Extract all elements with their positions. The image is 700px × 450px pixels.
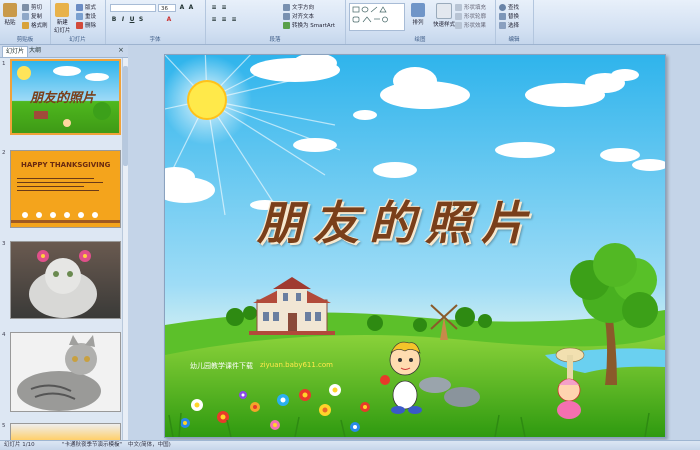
paragraph-group: ≡ ≡ ≡ ≡ ≡ 文字方向 对齐文本 转换为 SmartArt 段落: [205, 0, 346, 44]
cat-photo-icon: [29, 250, 97, 318]
new-slide-button[interactable]: 新建 幻灯片: [54, 3, 71, 34]
shape-fill-button[interactable]: 形状填充: [455, 3, 486, 11]
shapes-gallery[interactable]: [349, 3, 405, 31]
font-group-label: 字体: [149, 37, 161, 43]
drawing-group: 排列 快速样式 形状填充 形状轮廓 形状效果 绘图: [345, 0, 496, 44]
effects-icon: [455, 21, 462, 29]
font-group: 36 A A B I U S A 字体: [105, 0, 206, 44]
cut-button[interactable]: 剪切: [22, 3, 42, 11]
clipboard-group: 粘贴 剪切 复制 格式刷 剪贴板: [0, 0, 51, 44]
delete-button[interactable]: 删除: [76, 21, 96, 29]
tabby-cat-photo-icon: [17, 335, 101, 411]
smartart-button[interactable]: 转换为 SmartArt: [283, 21, 335, 29]
align-right-button[interactable]: ≡: [230, 16, 238, 24]
font-family-combo[interactable]: [110, 4, 156, 12]
bullets-button[interactable]: ≡: [210, 4, 218, 12]
slide-number: 4: [2, 332, 6, 338]
select-icon: [499, 21, 506, 29]
delete-icon: [76, 21, 83, 29]
strikethrough-button[interactable]: S: [137, 16, 145, 24]
slide-number: 5: [2, 423, 6, 429]
panel-tabs: 幻灯片 大纲 ×: [0, 45, 128, 58]
slide-thumbnail-4[interactable]: [10, 332, 121, 412]
drawing-group-label: 绘图: [414, 37, 426, 43]
shapes-icon: [352, 6, 388, 23]
arrange-icon: [411, 3, 425, 17]
find-icon: [499, 3, 506, 11]
layout-button[interactable]: 版式: [76, 3, 96, 11]
slides-group: 新建 幻灯片 版式 重设 删除 幻灯片: [50, 0, 106, 44]
outline-icon: [455, 12, 462, 20]
slide-title[interactable]: 朋友的照片: [257, 187, 537, 253]
copy-button[interactable]: 复制: [22, 12, 42, 20]
editing-group-label: 编辑: [508, 37, 520, 43]
slide-thumb-title: HAPPY THANKSGIVING: [21, 161, 111, 169]
slide-number: 2: [2, 150, 6, 156]
italic-button[interactable]: I: [119, 16, 127, 24]
copy-icon: [22, 12, 29, 20]
fill-icon: [455, 3, 462, 11]
reset-button[interactable]: 重设: [76, 12, 96, 20]
smartart-icon: [283, 21, 290, 29]
scissors-icon: [22, 3, 29, 11]
paste-icon: [3, 3, 17, 17]
editing-group: 查找 替换 选择 编辑: [495, 0, 534, 44]
slide-number: 3: [2, 241, 6, 247]
slides-panel: 幻灯片 大纲 × 1 朋友的照片 2 HAPPY THANKSGIVING 3 …: [0, 45, 128, 440]
underline-button[interactable]: U: [128, 16, 136, 24]
select-button[interactable]: 选择: [499, 21, 519, 29]
slides-group-label: 幻灯片: [69, 37, 86, 43]
watermark-text: 幼儿园教学课件下载: [190, 362, 253, 370]
paragraph-group-label: 段落: [269, 37, 281, 43]
close-icon[interactable]: ×: [118, 46, 124, 54]
format-painter-button[interactable]: 格式刷: [22, 21, 48, 29]
reset-icon: [76, 12, 83, 20]
replace-icon: [499, 12, 506, 20]
watermark-url: ziyuan.baby611.com: [260, 361, 334, 369]
slide-thumb-text: [17, 175, 113, 203]
align-text-icon: [283, 12, 290, 20]
text-direction-button[interactable]: 文字方向: [283, 3, 314, 11]
align-left-button[interactable]: ≡: [210, 16, 218, 24]
align-center-button[interactable]: ≡: [220, 16, 228, 24]
quick-styles-button[interactable]: 快速样式: [433, 3, 455, 28]
quick-styles-icon: [436, 3, 452, 19]
slide-thumbnail-3[interactable]: [10, 241, 121, 319]
slide-thumbnail-5[interactable]: [10, 423, 121, 440]
align-text-button[interactable]: 对齐文本: [283, 12, 314, 20]
slide-thumb-title: 朋友的照片: [30, 91, 96, 106]
numbering-button[interactable]: ≡: [220, 4, 228, 12]
brush-icon: [22, 21, 29, 29]
clipboard-group-label: 剪贴板: [16, 37, 34, 43]
shape-outline-button[interactable]: 形状轮廓: [455, 12, 486, 20]
font-size-combo[interactable]: 36: [158, 4, 176, 12]
layout-icon: [76, 3, 83, 11]
tab-slides[interactable]: 幻灯片: [2, 46, 29, 57]
bold-button[interactable]: B: [110, 16, 118, 24]
slide-thumb-figures: [11, 212, 120, 223]
font-color-button[interactable]: A: [165, 16, 173, 24]
text-direction-icon: [283, 3, 290, 11]
current-slide[interactable]: 朋友的照片 幼儿园教学课件下载 ziyuan.baby611.com: [164, 54, 666, 438]
tab-outline[interactable]: 大纲: [26, 46, 44, 56]
slide-thumbnail-1[interactable]: 朋友的照片: [10, 59, 121, 135]
ribbon: 粘贴 剪切 复制 格式刷 剪贴板 新建 幻灯片 版式 重设 删除 幻灯片 36 …: [0, 0, 700, 45]
grow-font-button[interactable]: A: [178, 4, 186, 12]
arrange-button[interactable]: 排列: [411, 3, 425, 26]
shape-effects-button[interactable]: 形状效果: [455, 21, 486, 29]
find-button[interactable]: 查找: [499, 3, 519, 11]
slide-number: 1: [2, 61, 6, 67]
replace-button[interactable]: 替换: [499, 12, 519, 20]
paste-button[interactable]: 粘贴: [3, 3, 17, 26]
shrink-font-button[interactable]: A: [187, 4, 195, 12]
slide-thumbnail-2[interactable]: HAPPY THANKSGIVING: [10, 150, 121, 228]
new-slide-icon: [55, 3, 70, 17]
